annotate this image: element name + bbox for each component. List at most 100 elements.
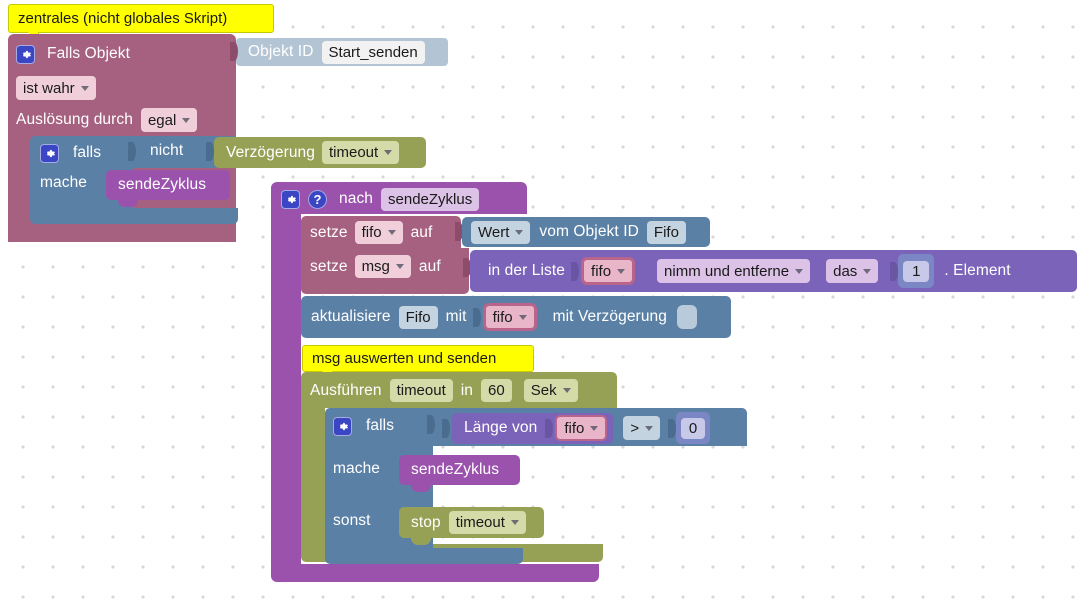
falls-objekt-header: Falls Objekt [16, 40, 228, 68]
aktualisiere-value-label: fifo [492, 308, 513, 326]
chevron-down-icon [387, 230, 396, 235]
block-compare-number[interactable]: 0 [676, 412, 711, 444]
ausfuehren-keyword: Ausführen [310, 381, 382, 399]
block-if-else-foot [325, 548, 523, 564]
vom-objekt-id-field[interactable]: Fifo [646, 220, 686, 244]
gear-icon[interactable] [333, 416, 352, 436]
not-label: nicht [150, 142, 184, 159]
laenge-variable-label: fifo [564, 419, 585, 437]
trigger-dropdown-label: egal [147, 111, 177, 129]
comparator-dropdown[interactable]: > [623, 416, 661, 440]
liste-position-label: das [833, 262, 858, 280]
aktualisiere-value-variable[interactable]: fifo [482, 303, 537, 331]
aktualisiere-mit: mit [445, 308, 467, 325]
chevron-down-icon [384, 150, 393, 155]
aktualisiere-delay-label: mit Verzögerung [552, 308, 667, 325]
if-else-condition-socket-notch [427, 415, 435, 434]
block-call-sendezyklus-1[interactable]: sendeZyklus [106, 170, 230, 200]
block-verzoegerung[interactable]: Verzögerung timeout [214, 137, 426, 168]
falls-objekt-title: Falls Objekt [47, 45, 131, 62]
call-sendezyklus-2-label: sendeZyklus [411, 461, 500, 478]
do-label-wrap: mache [40, 174, 87, 192]
chevron-down-icon [510, 520, 519, 525]
chevron-down-icon [182, 117, 191, 123]
block-ausfuehren-body [301, 408, 325, 548]
chevron-down-icon [395, 264, 404, 269]
ausfuehren-unit-label: Sek [530, 382, 557, 399]
comment-msg-auswerten[interactable]: msg auswerten und senden [302, 345, 534, 382]
block-in-der-liste[interactable]: in der Liste fifo nimm und entferne das … [470, 250, 1077, 292]
wert-dropdown[interactable]: Wert [471, 220, 531, 244]
laenge-variable[interactable]: fifo [555, 415, 608, 441]
in-der-liste-label: in der Liste [488, 262, 566, 279]
gear-icon[interactable] [40, 143, 59, 163]
liste-operation-label: nimm und entferne [664, 262, 790, 280]
chevron-down-icon [795, 268, 804, 274]
gear-icon[interactable] [281, 189, 300, 209]
compare-number-field[interactable]: 0 [681, 417, 706, 439]
block-falls-objekt-foot [8, 228, 236, 242]
comparator-label: > [630, 419, 640, 437]
block-if-not-delay-foot [30, 208, 238, 224]
verzoegerung-dropdown[interactable]: timeout [322, 141, 400, 164]
condition-dropdown-wrap: ist wahr [16, 76, 96, 100]
setze-fifo-auf: auf [410, 223, 433, 241]
condition-dropdown[interactable]: ist wahr [16, 76, 96, 100]
ausfuehren-unit-dropdown[interactable]: Sek [523, 379, 578, 402]
aktualisiere-delay-empty-socket[interactable] [676, 305, 697, 329]
verzoegerung-dropdown-label: timeout [329, 144, 379, 161]
setze-msg-keyword: setze [310, 257, 348, 275]
block-objekt-id[interactable]: Objekt ID Start_senden [236, 38, 448, 66]
stop-keyword: stop [411, 513, 441, 531]
if-else-if-label: falls [366, 417, 395, 434]
block-aktualisiere[interactable]: aktualisiere Fifo mit fifo mit Verzögeru… [301, 296, 731, 338]
aktualisiere-target[interactable]: Fifo [398, 305, 438, 329]
element-label: . Element [944, 262, 1011, 279]
setze-msg-variable[interactable]: msg [354, 255, 411, 278]
if-else-else-label-wrap: sonst [333, 512, 371, 530]
setze-fifo-variable[interactable]: fifo [354, 221, 403, 244]
objekt-id-label: Objekt ID [248, 43, 314, 60]
block-nach-sendezyklus-foot [271, 564, 599, 582]
setze-msg-variable-label: msg [361, 258, 390, 275]
if-else-header: falls [333, 414, 394, 438]
gear-icon[interactable] [16, 44, 35, 64]
block-comparison[interactable]: Länge von fifo > 0 [436, 410, 747, 446]
verzoegerung-label: Verzögerung [226, 143, 315, 161]
block-nach-sendezyklus-body [271, 214, 301, 564]
chevron-down-icon [863, 268, 872, 274]
do-label: mache [40, 174, 88, 191]
block-stop-timeout[interactable]: stop timeout [399, 507, 544, 538]
vom-objekt-id-label: vom Objekt ID [539, 223, 639, 240]
block-index-number[interactable]: 1 [898, 254, 935, 288]
liste-variable-socket-notch [571, 261, 580, 281]
comment-text: zentrales (nicht globales Skript) [18, 10, 228, 27]
procedure-name-field[interactable]: sendeZyklus [381, 187, 480, 211]
setze-msg-auf: auf [418, 257, 441, 275]
question-icon[interactable]: ? [308, 189, 327, 209]
index-number-field[interactable]: 1 [903, 260, 930, 282]
liste-operation-dropdown[interactable]: nimm und entferne [657, 259, 811, 283]
blockly-workspace[interactable]: zentrales (nicht globales Skript) Falls … [0, 0, 1077, 599]
setze-fifo-keyword: setze [310, 223, 348, 241]
if-label: falls [73, 144, 102, 161]
chevron-down-icon [562, 388, 571, 393]
comment-zentrales-skript[interactable]: zentrales (nicht globales Skript) [8, 4, 274, 43]
liste-position-dropdown[interactable]: das [826, 259, 879, 283]
trigger-dropdown[interactable]: egal [140, 108, 198, 132]
laenge-von-label: Länge von [464, 419, 538, 436]
ausfuehren-row: Ausführen timeout in 60 Sek [310, 379, 578, 402]
block-wert-vom-objekt-id[interactable]: Wert vom Objekt ID Fifo [462, 217, 710, 247]
if-not-delay-header: falls [40, 142, 101, 164]
chevron-down-icon [515, 229, 524, 235]
block-call-sendezyklus-2[interactable]: sendeZyklus [399, 455, 520, 485]
stop-timer-dropdown[interactable]: timeout [448, 511, 526, 534]
objekt-id-field[interactable]: Start_senden [321, 40, 425, 64]
liste-variable[interactable]: fifo [581, 257, 636, 285]
not-socket-notch [128, 142, 136, 161]
ausfuehren-timer-field[interactable]: timeout [389, 379, 453, 402]
block-laenge-von[interactable]: Länge von fifo [452, 412, 614, 444]
ausfuehren-interval-field[interactable]: 60 [481, 379, 512, 402]
chevron-down-icon [80, 85, 89, 91]
delay-socket-notch [206, 142, 214, 161]
